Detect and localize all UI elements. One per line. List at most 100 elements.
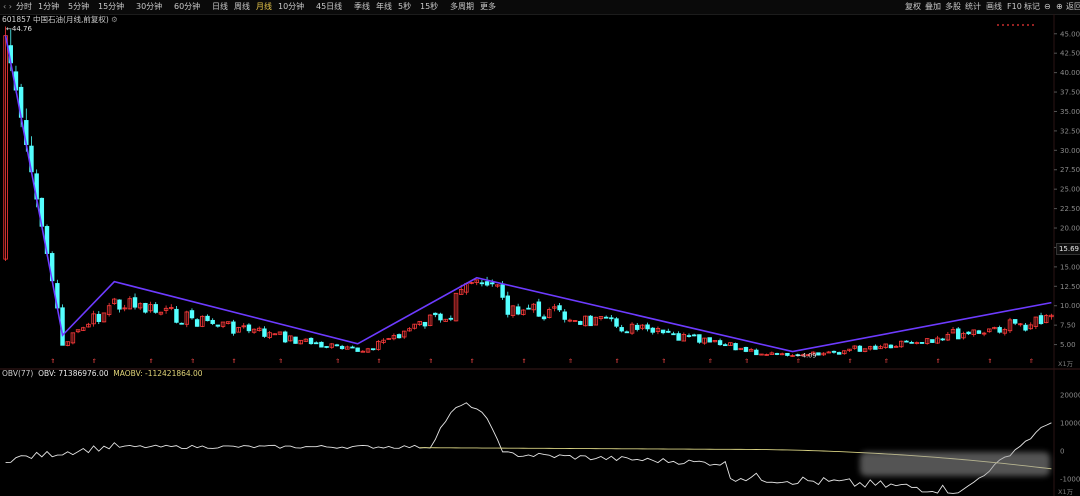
candle-body <box>624 331 630 334</box>
price-tick-label: 7.50 <box>1060 322 1076 330</box>
candle-body <box>210 319 215 324</box>
candle-body <box>422 321 428 327</box>
period-tab[interactable]: 15秒 <box>420 0 438 14</box>
event-marker: ⇑ <box>744 358 749 365</box>
signal-dot <box>997 24 999 26</box>
candle-body <box>324 346 329 348</box>
period-tab[interactable]: 45日线 <box>316 0 342 14</box>
obv-unit: X1万 <box>1058 488 1074 496</box>
candle-body <box>334 344 340 347</box>
candle-body <box>355 347 360 352</box>
price-tick-label: 40.00 <box>1060 69 1080 77</box>
candle-body <box>666 330 671 333</box>
candle-body <box>686 335 692 337</box>
candle-body <box>541 316 547 320</box>
candle-body <box>707 337 712 343</box>
candle-body <box>282 331 288 343</box>
price-tick-label: 22.50 <box>1060 205 1080 213</box>
obv-tick-label: 10000 <box>1060 419 1080 427</box>
candle-body <box>888 344 894 349</box>
period-tab[interactable]: 30分钟 <box>136 0 162 14</box>
candle-body <box>645 324 650 330</box>
candle-body <box>484 281 490 286</box>
right-tool[interactable]: 返回 <box>1066 0 1080 14</box>
candle-body <box>557 305 562 311</box>
right-tool[interactable]: ⊕ <box>1056 0 1063 14</box>
right-tool[interactable]: 复权 <box>905 0 921 14</box>
candle-body <box>194 319 200 327</box>
price-tick-label: 37.50 <box>1060 89 1080 97</box>
candle-body <box>308 337 314 345</box>
candle-body <box>754 349 759 356</box>
price-tick-label: 35.00 <box>1060 108 1080 116</box>
period-tab[interactable]: 季线 <box>354 0 370 14</box>
candle-body <box>603 316 609 319</box>
event-marker: ⇑ <box>190 358 195 365</box>
candle-body <box>1023 324 1028 331</box>
candle-body <box>676 333 681 341</box>
candle-body <box>976 330 982 334</box>
obv-tick-label: 20000 <box>1060 391 1080 399</box>
period-tab[interactable]: 60分钟 <box>174 0 200 14</box>
period-tab[interactable]: 15分钟 <box>98 0 124 14</box>
right-tool[interactable]: 画线 <box>986 0 1002 14</box>
candle-body <box>697 334 702 343</box>
period-tab[interactable]: 更多 <box>480 0 496 14</box>
candle-body <box>562 311 567 320</box>
period-tab[interactable]: 周线 <box>234 0 250 14</box>
period-tab[interactable]: 多周期 <box>450 0 474 14</box>
period-tab[interactable]: 10分钟 <box>278 0 304 14</box>
signal-dot <box>1007 24 1009 26</box>
candle-body <box>660 329 666 334</box>
candle-body <box>174 308 179 323</box>
candle-body <box>614 318 619 327</box>
period-tab[interactable]: 5分钟 <box>68 0 89 14</box>
candle-body <box>448 317 454 320</box>
event-marker: ⇑ <box>884 358 889 365</box>
right-tool[interactable]: F10 <box>1007 0 1022 14</box>
candle-body <box>339 345 345 349</box>
period-tab[interactable]: 年线 <box>376 0 392 14</box>
event-marker: ⇑ <box>376 358 381 365</box>
candle-body <box>650 327 655 333</box>
candle-body <box>536 301 542 317</box>
trend-line <box>4 35 1052 353</box>
price-tick-label: 5.00 <box>1060 341 1076 349</box>
candle-body <box>733 343 738 351</box>
right-tool[interactable]: ⊖ <box>1044 0 1051 14</box>
candle-body <box>319 341 324 348</box>
candle-body <box>743 346 749 352</box>
price-unit: X1万 <box>1058 360 1074 368</box>
price-tick-label: 15.00 <box>1060 263 1080 271</box>
obv-tick-label: 0 <box>1060 448 1064 456</box>
price-tick-label: 32.50 <box>1060 127 1080 135</box>
candle-body <box>314 342 319 345</box>
candle-body <box>723 344 728 347</box>
kline-chart[interactable]: 45.00 42.50 40.00 37.50 35.00 32.50 30.00 27.50… <box>0 14 1080 496</box>
candle-body <box>1012 319 1018 324</box>
right-tool[interactable]: 叠加 <box>925 0 941 14</box>
last-price-tag: 15.69 <box>1056 243 1080 255</box>
right-tool[interactable]: 多股 <box>945 0 961 14</box>
candle-body <box>930 339 935 343</box>
candle-body <box>231 321 236 334</box>
candle-body <box>143 302 148 313</box>
candle-body <box>396 334 402 339</box>
period-tab[interactable]: 1分钟 <box>38 0 59 14</box>
period-tab[interactable]: 月线 <box>256 0 272 14</box>
event-marker: ⇑ <box>796 358 801 365</box>
candle-body <box>997 327 1002 333</box>
event-marker: ⇑ <box>661 358 666 365</box>
event-marker: ⇑ <box>278 358 283 365</box>
period-tab[interactable]: 5秒 <box>398 0 411 14</box>
period-tab[interactable]: 日线 <box>212 0 228 14</box>
right-tool[interactable]: 标记 <box>1024 0 1040 14</box>
event-marker: ⇑ <box>568 358 573 365</box>
candle-body <box>774 353 780 355</box>
event-marker: ⇑ <box>521 358 526 365</box>
signal-dot <box>1012 24 1014 26</box>
event-marker: ⇑ <box>50 358 55 365</box>
nav-arrows[interactable]: ‹ › <box>3 0 12 14</box>
period-tab[interactable]: 分时 <box>16 0 32 14</box>
right-tool[interactable]: 统计 <box>965 0 981 14</box>
